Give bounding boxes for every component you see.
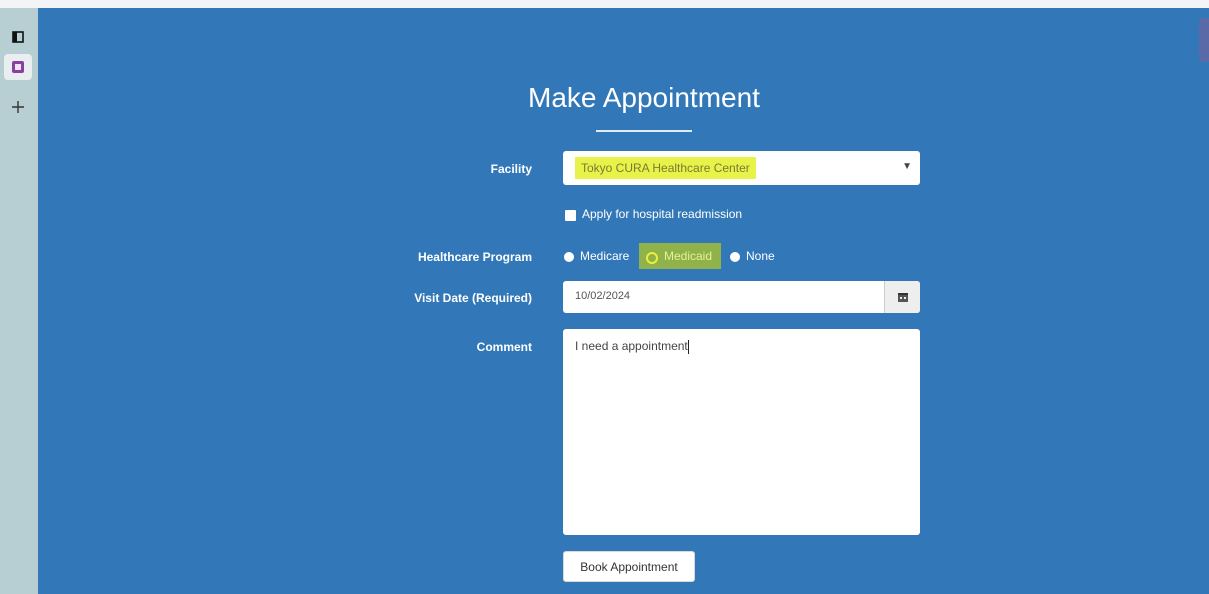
scrollbar-handle[interactable]: [1199, 18, 1209, 62]
main-content: Make Appointment Facility Tokyo CURA Hea…: [38, 8, 1209, 594]
tab-icon[interactable]: [4, 54, 32, 80]
plus-icon[interactable]: [4, 94, 32, 120]
calendar-icon[interactable]: [884, 281, 920, 313]
radio-none[interactable]: [730, 252, 740, 262]
comment-label: Comment: [476, 340, 532, 354]
program-label: Healthcare Program: [417, 250, 532, 264]
chevron-down-icon: ▼: [902, 161, 912, 172]
visit-date-label: Visit Date (Required): [414, 291, 532, 305]
radio-medicaid[interactable]: [646, 252, 658, 264]
visit-date-value: 10/02/2024: [575, 290, 631, 302]
title-divider: [596, 130, 692, 132]
facility-selected-value: Tokyo CURA Healthcare Center: [575, 157, 756, 179]
page-title: Make Appointment: [528, 82, 760, 113]
readmission-checkbox[interactable]: [565, 210, 576, 221]
visit-date-input[interactable]: 10/02/2024: [563, 281, 920, 313]
left-sidebar: [0, 8, 38, 594]
facility-select[interactable]: Tokyo CURA Healthcare Center ▼: [563, 151, 920, 185]
book-appointment-button[interactable]: Book Appointment: [563, 551, 695, 582]
radio-medicaid-label: Medicaid: [664, 249, 713, 263]
radio-medicare-label: Medicare: [580, 249, 630, 263]
top-strip: [0, 0, 1209, 8]
comment-textarea[interactable]: I need a appointment: [563, 329, 920, 535]
radio-medicare[interactable]: [564, 252, 574, 262]
sidebar-toggle-icon[interactable]: [4, 24, 32, 50]
radio-none-label: None: [746, 249, 775, 263]
facility-label: Facility: [490, 162, 532, 176]
comment-text: I need a appointment: [575, 339, 688, 353]
readmission-label: Apply for hospital readmission: [582, 207, 743, 221]
text-cursor: [687, 339, 689, 354]
